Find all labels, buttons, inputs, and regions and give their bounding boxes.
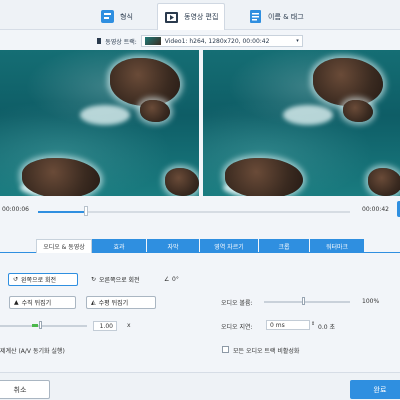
- tag-icon: [248, 9, 263, 24]
- rotate-left-label: 왼쪽으로 회전: [21, 277, 57, 284]
- speed-slider[interactable]: [0, 325, 87, 327]
- tab-audio-video[interactable]: 오디오 & 동영상: [36, 239, 92, 253]
- video-track-value: Video1: h264, 1280x720, 00:00:42: [164, 37, 270, 45]
- rotate-left-button[interactable]: ↺ 왼쪽으로 회전: [8, 273, 78, 286]
- video-track-select[interactable]: Video1: h264, 1280x720, 00:00:42 ▾: [140, 35, 303, 47]
- flip-horizontal-icon: ◭: [91, 299, 96, 306]
- speed-unit: x: [127, 322, 131, 329]
- rotate-left-icon: ↺: [13, 276, 19, 283]
- video-edit-icon: [164, 10, 179, 25]
- format-icon: [100, 9, 115, 24]
- flip-horizontal-button[interactable]: ◭ 수평 뒤집기: [86, 296, 156, 309]
- angle-value: 0°: [172, 276, 179, 283]
- tab-effects[interactable]: 효과: [92, 239, 146, 253]
- volume-slider[interactable]: [264, 301, 350, 303]
- tab-trim[interactable]: 영역 자르기: [200, 239, 258, 253]
- current-time: 00:00:06: [2, 206, 29, 213]
- video-track-icon: [97, 38, 102, 44]
- delay-seconds: 0.0 초: [318, 324, 335, 331]
- flip-vertical-button[interactable]: ▲ 수직 뒤집기: [9, 296, 76, 309]
- disable-audio-label: 모든 오디오 트랙 비활성화: [233, 348, 300, 355]
- tab-name-tag-label: 이름 & 태그: [268, 12, 304, 21]
- volume-value: 100%: [362, 298, 380, 305]
- chevron-down-icon: ▾: [296, 38, 299, 44]
- delay-label: 오디오 지연:: [221, 324, 253, 331]
- speed-slider-handle[interactable]: [39, 321, 42, 329]
- flip-vertical-label: 수직 뒤집기: [21, 300, 52, 307]
- flip-horizontal-label: 수평 뒤집기: [98, 300, 129, 307]
- timeline-progress: [38, 211, 85, 213]
- speed-input[interactable]: 1.00: [93, 321, 117, 331]
- rotate-right-icon: ↻: [91, 276, 97, 283]
- output-preview: [203, 50, 400, 196]
- video-thumbnail: [144, 37, 161, 45]
- timeline-handle[interactable]: [84, 206, 88, 216]
- cancel-button[interactable]: 취소: [0, 380, 50, 399]
- rotate-right-label: 오른쪽으로 회전: [99, 277, 140, 284]
- tab-watermark[interactable]: 워터마크: [310, 239, 364, 253]
- ok-button[interactable]: 완료: [350, 380, 400, 399]
- tab-name-tag[interactable]: 이름 & 태그: [248, 3, 328, 30]
- tab-video-edit[interactable]: 동영상 편집: [157, 3, 225, 30]
- video-track-label: 동영상 트랙:: [105, 38, 137, 46]
- footer-bar: [0, 372, 400, 400]
- delay-spin-icon[interactable]: ⇕: [311, 321, 315, 327]
- speed-slider-marker: [32, 324, 38, 327]
- delay-input[interactable]: 0 ms: [266, 320, 310, 330]
- angle-icon: ∠: [164, 276, 170, 283]
- tab-video-edit-label: 동영상 편집: [184, 13, 219, 21]
- volume-slider-handle[interactable]: [302, 297, 305, 305]
- tab-subtitles[interactable]: 자막: [147, 239, 199, 253]
- tab-crop[interactable]: 크롭: [259, 239, 309, 253]
- original-preview: [0, 50, 199, 196]
- resample-label: 제계산 (A/V 동기화 실행): [0, 348, 65, 355]
- volume-label: 오디오 볼륨:: [221, 300, 253, 307]
- tab-format[interactable]: 형식: [98, 3, 158, 30]
- flip-vertical-icon: ▲: [14, 299, 19, 306]
- flip-left-edge: [0, 296, 6, 309]
- disable-audio-checkbox[interactable]: [222, 346, 229, 353]
- total-time: 00:00:42: [362, 206, 389, 213]
- tab-format-label: 형식: [120, 12, 133, 21]
- rotate-right-button[interactable]: ↻ 오른쪽으로 회전: [86, 273, 160, 286]
- video-track-row: 동영상 트랙: Video1: h264, 1280x720, 00:00:42…: [0, 33, 400, 49]
